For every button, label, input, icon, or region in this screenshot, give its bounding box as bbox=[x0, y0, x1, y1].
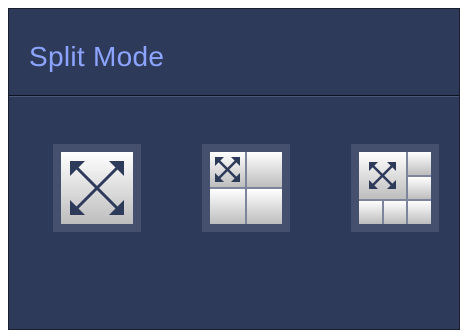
fullscreen-arrows-icon bbox=[61, 152, 133, 224]
panel-title: Split Mode bbox=[29, 41, 165, 72]
title-divider bbox=[9, 95, 459, 97]
grid-4-split-icon bbox=[210, 152, 282, 224]
split-mode-4-button[interactable] bbox=[202, 144, 290, 232]
split-mode-1-button[interactable] bbox=[53, 144, 141, 232]
grid-6-split-icon bbox=[359, 152, 431, 224]
split-mode-6-button[interactable] bbox=[351, 144, 439, 232]
split-mode-panel: Split Mode bbox=[8, 8, 460, 330]
